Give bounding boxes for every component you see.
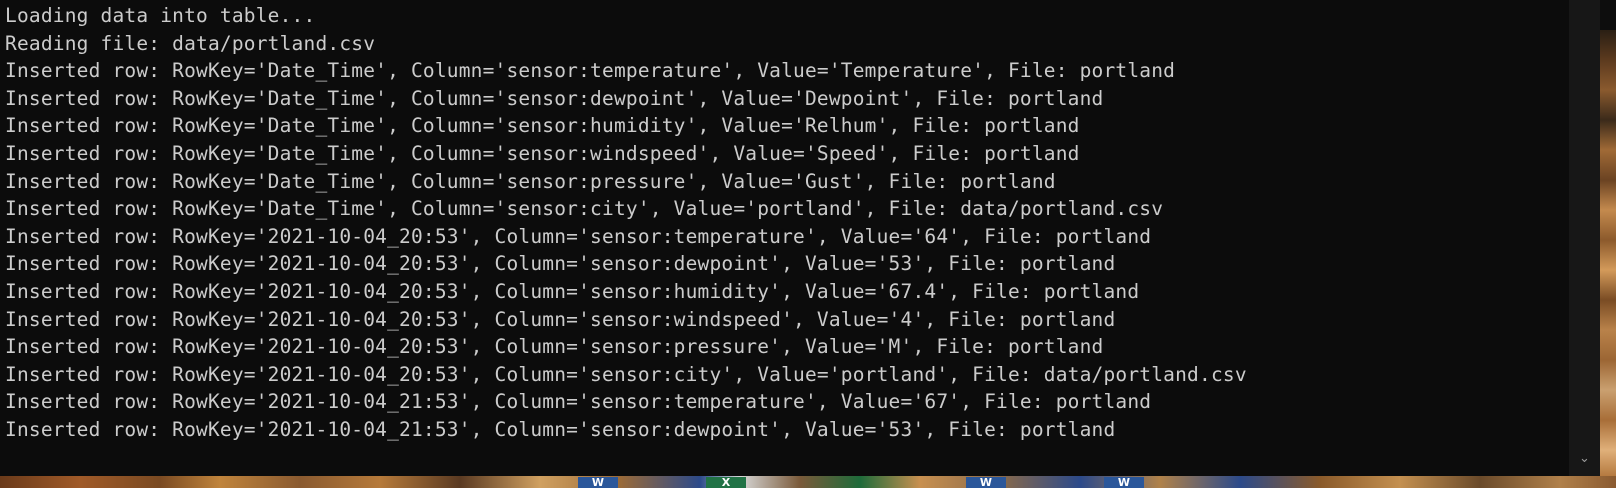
console-lines: Loading data into table... Reading file:… (5, 2, 1247, 444)
console-line: Inserted row: RowKey='Date_Time', Column… (5, 86, 1104, 110)
console-line: Inserted row: RowKey='Date_Time', Column… (5, 141, 1080, 165)
terminal-screen: Loading data into table... Reading file:… (0, 0, 1616, 488)
console-line: Loading data into table... (5, 4, 316, 27)
console-line: Inserted row: RowKey='2021-10-04_20:53',… (5, 224, 1152, 248)
console-line: Inserted row: RowKey='2021-10-04_20:53',… (5, 279, 1140, 303)
console-line: Inserted row: RowKey='2021-10-04_20:53',… (5, 362, 1247, 386)
console-line: Inserted row: RowKey='Date_Time', Column… (5, 169, 1056, 193)
word-icon[interactable]: W (578, 477, 618, 488)
console-line: Inserted row: RowKey='2021-10-04_20:53',… (5, 252, 1116, 276)
desktop-wallpaper-edge (1600, 0, 1616, 476)
console-line: Inserted row: RowKey='2021-10-04_20:53',… (5, 307, 1116, 331)
console-line: Inserted row: RowKey='2021-10-04_21:53',… (5, 417, 1116, 441)
console-line: Inserted row: RowKey='Date_Time', Column… (5, 114, 1080, 138)
console-line: Inserted row: RowKey='Date_Time', Column… (5, 197, 1164, 221)
console-line: Reading file: data/portland.csv (5, 31, 376, 55)
console-line: Inserted row: RowKey='Date_Time', Column… (5, 59, 1176, 83)
word-icon[interactable]: W (1104, 477, 1144, 488)
excel-icon[interactable]: X (706, 477, 746, 488)
vertical-scrollbar[interactable]: ⌄ (1569, 0, 1600, 476)
console-line: Inserted row: RowKey='2021-10-04_21:53',… (5, 390, 1152, 414)
word-icon[interactable]: W (966, 477, 1006, 488)
console-line: Inserted row: RowKey='2021-10-04_20:53',… (5, 335, 1104, 359)
scroll-down-arrow-icon[interactable]: ⌄ (1569, 450, 1600, 468)
taskbar: W X W W (0, 476, 1616, 488)
console-output[interactable]: Loading data into table... Reading file:… (0, 0, 1569, 476)
